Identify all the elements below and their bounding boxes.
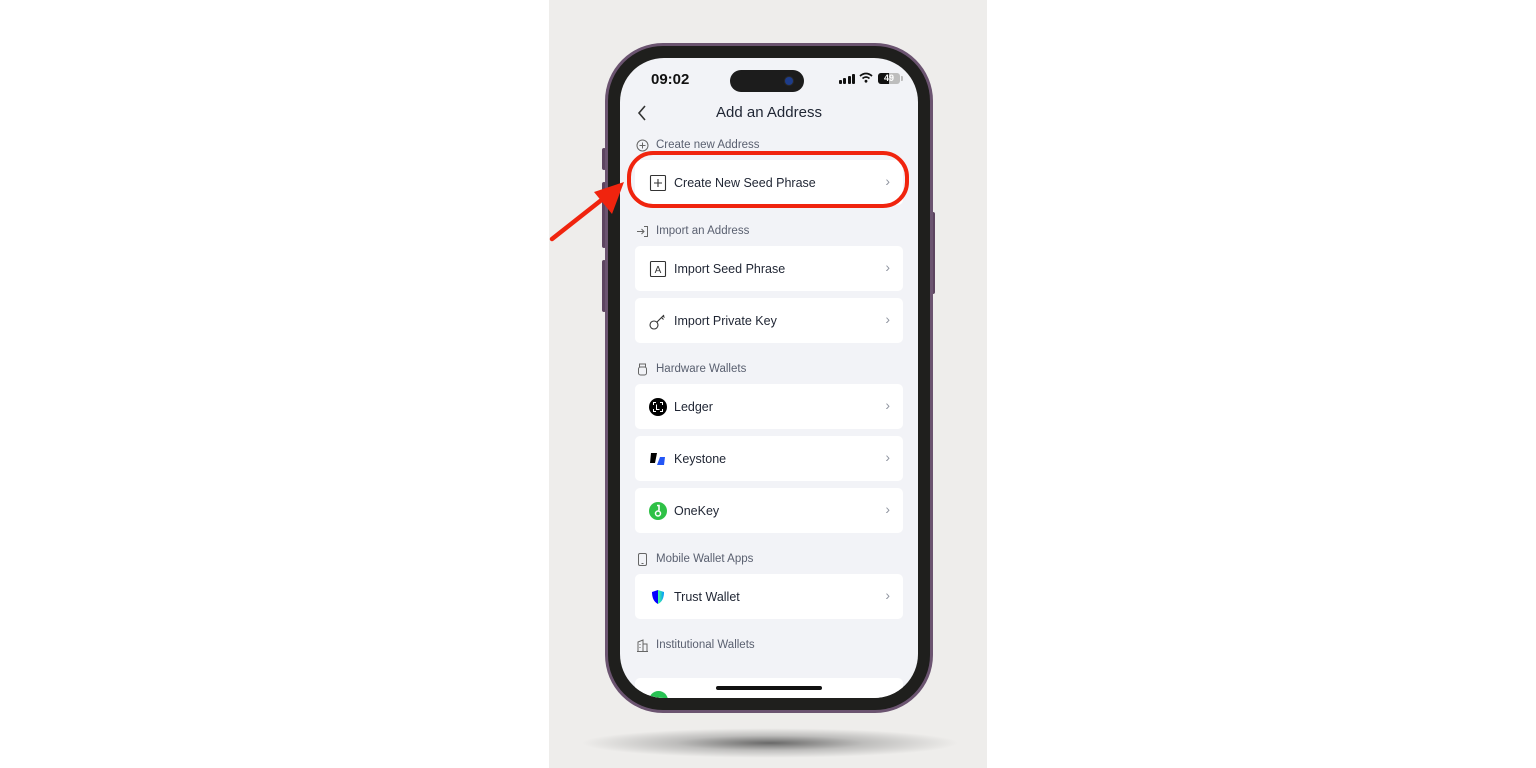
item-label: OneKey (674, 503, 720, 518)
phone-shadow (580, 728, 960, 758)
nav-bar: Add an Address (620, 102, 918, 126)
item-label: Import Seed Phrase (674, 261, 786, 276)
safe-logo (649, 691, 668, 698)
home-indicator[interactable] (716, 686, 822, 690)
signal-icon (838, 74, 855, 84)
wifi-icon (859, 72, 873, 83)
key-icon (649, 314, 665, 330)
onekey-button[interactable]: OneKey › (635, 488, 903, 533)
chevron-right-icon: › (885, 587, 890, 603)
section-title: Create new Address (656, 139, 760, 151)
chevron-right-icon: › (885, 173, 890, 189)
section-title: Institutional Wallets (656, 639, 755, 651)
phone-screen: 09:02 49 Add an Address Create new Addre… (620, 58, 918, 698)
battery-icon: 49 (878, 73, 903, 84)
dynamic-island (730, 70, 804, 92)
keystone-button[interactable]: Keystone › (635, 436, 903, 481)
ledger-button[interactable]: Ledger › (635, 384, 903, 429)
import-private-key-button[interactable]: Import Private Key › (635, 298, 903, 343)
item-label: Import Private Key (674, 313, 777, 328)
battery-level: 49 (883, 73, 894, 83)
svg-text:A: A (655, 265, 662, 276)
plus-circle-icon (636, 139, 649, 151)
item-label: Trust Wallet (674, 589, 740, 604)
onekey-logo (649, 501, 667, 520)
letter-a-box-icon: A (649, 260, 667, 277)
status-bar: 09:02 49 (620, 58, 918, 98)
chevron-right-icon: › (885, 501, 890, 517)
import-seed-phrase-button[interactable]: A Import Seed Phrase › (635, 246, 903, 291)
phone-frame: 09:02 49 Add an Address Create new Addre… (605, 43, 933, 713)
section-import-an-address: Import an Address (636, 222, 903, 240)
phone-icon (638, 552, 647, 566)
chevron-right-icon: › (885, 397, 890, 413)
create-new-seed-phrase-button[interactable]: Create New Seed Phrase › (635, 160, 903, 205)
section-title: Import an Address (656, 225, 750, 237)
phone-bezel: 09:02 49 Add an Address Create new Addre… (608, 46, 930, 710)
annotation-arrow-icon (549, 182, 624, 242)
section-institutional-wallets: Institutional Wallets (636, 636, 903, 654)
chevron-right-icon: › (885, 449, 890, 465)
section-hardware-wallets: Hardware Wallets (636, 360, 903, 378)
section-title: Hardware Wallets (656, 363, 747, 375)
building-icon (637, 638, 648, 652)
status-time: 09:02 (651, 71, 690, 88)
address-options-list: Create new Address Create New Seed Phras… (635, 136, 903, 654)
plus-square-icon (649, 174, 667, 191)
usb-device-icon (638, 363, 647, 375)
trust-wallet-button[interactable]: Trust Wallet › (635, 574, 903, 619)
import-arrow-icon (637, 225, 648, 237)
ledger-logo (649, 397, 667, 416)
section-mobile-wallet-apps: Mobile Wallet Apps (636, 550, 903, 568)
chevron-right-icon: › (885, 311, 890, 327)
page-title: Add an Address (716, 104, 822, 121)
item-label: Ledger (674, 399, 713, 414)
keystone-logo (650, 452, 665, 465)
item-label: Create New Seed Phrase (674, 175, 816, 190)
camera-icon (785, 77, 793, 85)
section-title: Mobile Wallet Apps (656, 553, 754, 565)
section-create-new-address: Create new Address (636, 136, 903, 154)
chevron-right-icon: › (885, 259, 890, 275)
trust-wallet-shield-logo (652, 589, 664, 604)
item-label: Keystone (674, 451, 727, 466)
